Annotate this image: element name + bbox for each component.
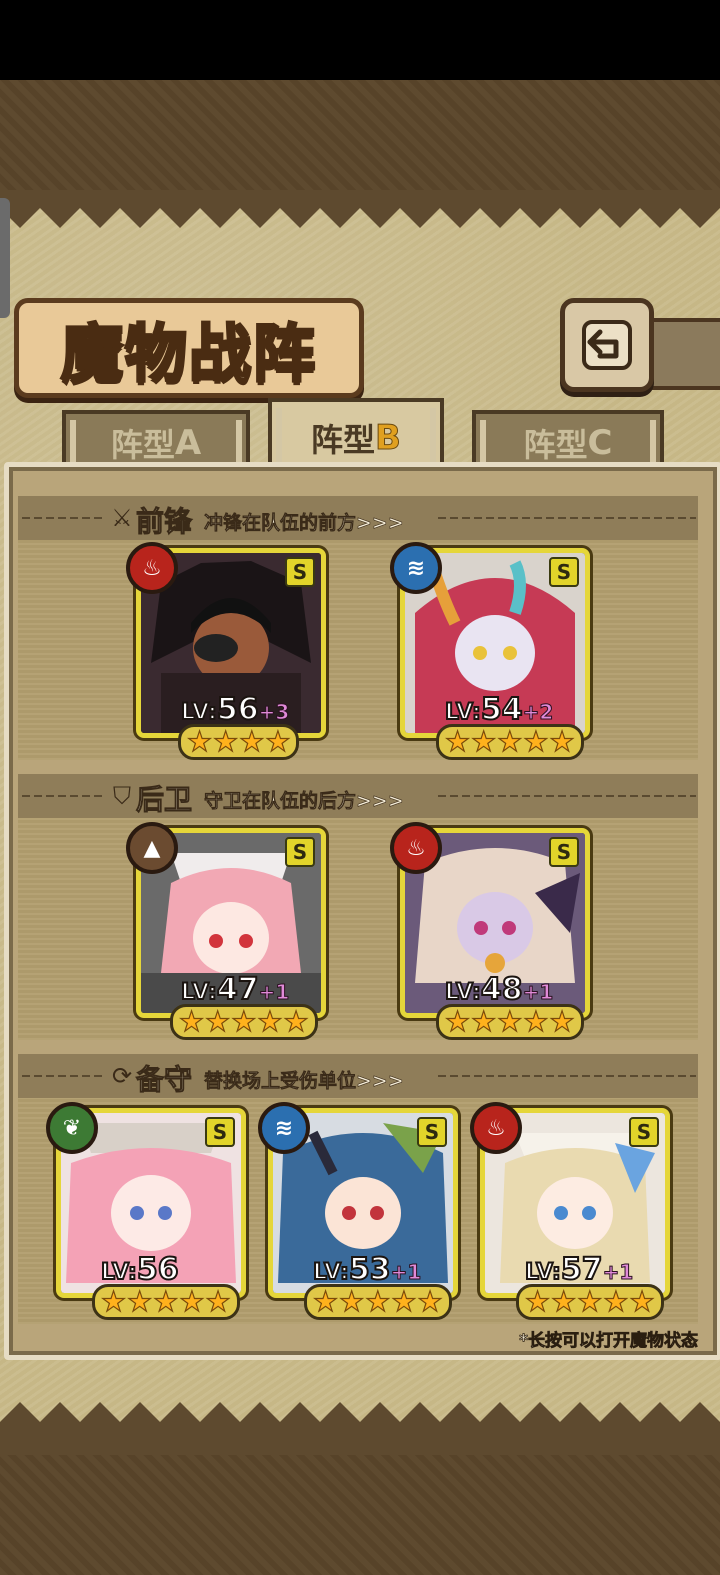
tab-letter: A (174, 423, 202, 463)
level-label: LV:56+3 (180, 691, 290, 728)
star-rating: ★ ★ ★ ★ (178, 724, 300, 760)
rank-badge: S (549, 837, 579, 867)
level-bonus: +2 (522, 700, 554, 725)
level-label: LV:53+1 (312, 1251, 422, 1288)
fire-element-icon: ♨ (126, 542, 178, 594)
section-title-back: 后卫 (135, 783, 193, 817)
sword-icon: ⚔ (111, 504, 133, 532)
level-prefix: LV: (100, 1259, 138, 1286)
front-row-area (18, 540, 698, 760)
star-rating: ★ ★ ★ ★ ★ (436, 1004, 584, 1040)
level-prefix: LV: (180, 979, 218, 1006)
zigzag-border-top (0, 190, 720, 228)
section-title-front: 前锋 (135, 505, 193, 539)
section-desc-back: 守卫在队伍的后方>>> (204, 790, 404, 813)
rank-badge: S (205, 1117, 235, 1147)
star-rating: ★ ★ ★ ★ ★ (170, 1004, 318, 1040)
star-rating: ★ ★ ★ ★ ★ (436, 724, 584, 760)
level-prefix: LV: (312, 1259, 350, 1286)
tab-letter: B (375, 418, 402, 459)
rank-badge: S (549, 557, 579, 587)
level-label: LV:48+1 (444, 971, 554, 1008)
water-element-icon: ≋ (390, 542, 442, 594)
level-value: 47 (216, 971, 260, 1008)
back-button[interactable] (560, 298, 654, 392)
level-bonus: +1 (390, 1260, 422, 1285)
title-plate: 魔物战阵 (14, 298, 364, 398)
map-background-top (0, 80, 720, 190)
level-label: LV:54+2 (444, 691, 554, 728)
level-value: 48 (480, 971, 524, 1008)
star-rating: ★ ★ ★ ★ ★ (92, 1284, 240, 1320)
level-value: 53 (348, 1251, 392, 1288)
tab-label: 阵型 (523, 426, 588, 464)
zigzag-border-bottom (0, 1402, 720, 1460)
level-bonus: +1 (522, 980, 554, 1005)
fire-element-icon: ♨ (470, 1102, 522, 1154)
level-prefix: LV: (444, 979, 482, 1006)
level-bonus: +1 (258, 980, 290, 1005)
level-prefix: LV: (524, 1259, 562, 1286)
tab-label: 阵型 (110, 426, 175, 464)
swap-icon: ⟳ (111, 1062, 133, 1090)
page-title: 魔物战阵 (59, 316, 317, 392)
rank-badge: S (285, 557, 315, 587)
wind-element-icon: ❦ (46, 1102, 98, 1154)
rank-badge: S (417, 1117, 447, 1147)
tab-label: 阵型 (311, 421, 376, 459)
back-row-area (18, 818, 698, 1040)
map-background-bottom (0, 1455, 720, 1575)
side-pull-tab[interactable] (0, 198, 10, 318)
earth-element-icon: ▲ (126, 822, 178, 874)
level-bonus: +3 (258, 700, 290, 725)
level-prefix: LV: (444, 699, 482, 726)
star-rating: ★ ★ ★ ★ ★ (516, 1284, 664, 1320)
rank-badge: S (629, 1117, 659, 1147)
level-bonus: +1 (602, 1260, 634, 1285)
return-arrow-icon (582, 320, 632, 370)
star-rating: ★ ★ ★ ★ ★ (304, 1284, 452, 1320)
section-title-reserve: 备守 (135, 1063, 193, 1097)
rank-badge: S (285, 837, 315, 867)
long-press-hint: *长按可以打开魔物状态 (519, 1331, 699, 1352)
section-desc-reserve: 替换场上受伤单位>>> (204, 1070, 404, 1093)
tab-letter: C (587, 423, 613, 463)
section-header-back: ⛉ 后卫 守卫在队伍的后方>>> (18, 774, 698, 818)
section-desc-front: 冲锋在队伍的前方>>> (204, 512, 404, 535)
shield-icon: ⛉ (113, 782, 131, 810)
level-value: 57 (560, 1251, 604, 1288)
level-value: 54 (480, 691, 524, 728)
section-header-front: ⚔ 前锋 冲锋在队伍的前方>>> (18, 496, 698, 540)
level-label: LV:47+1 (180, 971, 290, 1008)
level-value: 56 (136, 1251, 180, 1288)
level-value: 56 (216, 691, 260, 728)
level-prefix: LV: (180, 699, 218, 726)
level-label: LV:57+1 (524, 1251, 634, 1288)
fire-element-icon: ♨ (390, 822, 442, 874)
section-header-reserve: ⟳ 备守 替换场上受伤单位>>> (18, 1054, 698, 1098)
level-label: LV:56 (100, 1251, 180, 1288)
water-element-icon: ≋ (258, 1102, 310, 1154)
